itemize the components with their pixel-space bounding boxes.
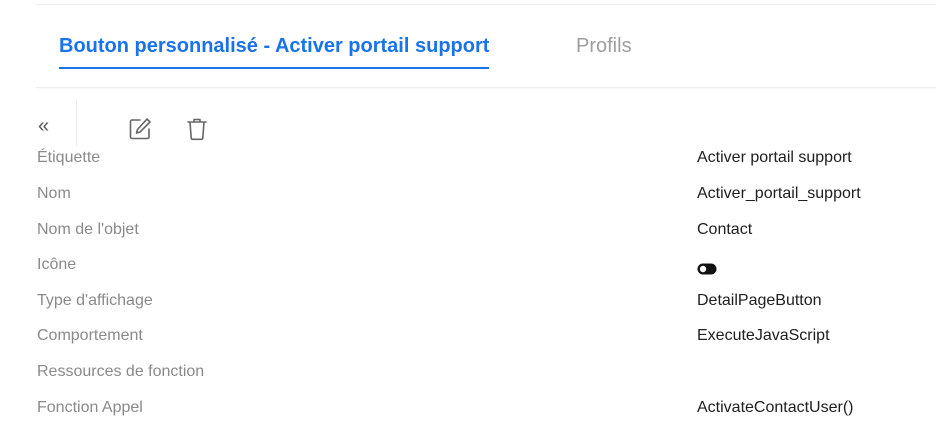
field-row-display-type: Type d'affichage DetailPageButton <box>0 289 936 313</box>
field-row-function-call: Fonction Appel ActivateContactUser() <box>0 396 936 420</box>
field-row-object-name: Nom de l'objet Contact <box>0 218 936 242</box>
field-row-behavior: Comportement ExecuteJavaScript <box>0 324 936 348</box>
toggle-icon <box>697 259 717 275</box>
collapse-icon[interactable]: « <box>38 116 49 136</box>
edit-icon[interactable] <box>127 116 153 142</box>
field-value: DetailPageButton <box>697 292 822 309</box>
field-value: Contact <box>697 221 753 238</box>
tab-profiles-label: Profils <box>576 35 632 57</box>
field-row-name: Nom Activer_portail_support <box>0 182 936 206</box>
toolbar-divider <box>76 100 77 146</box>
field-label: Nom de l'objet <box>37 221 139 238</box>
field-row-function-resources: Ressources de fonction <box>0 360 936 384</box>
active-tab-underline <box>59 67 490 69</box>
field-row-label: Étiquette Activer portail support <box>0 146 936 170</box>
field-label: Comportement <box>37 327 143 344</box>
field-label: Type d'affichage <box>37 292 153 309</box>
field-value: ExecuteJavaScript <box>697 327 830 344</box>
field-label: Fonction Appel <box>37 399 143 416</box>
field-label: Ressources de fonction <box>37 363 205 380</box>
field-value: Activer portail support <box>697 149 852 166</box>
tab-bar: Bouton personnalisé - Activer portail su… <box>36 4 936 88</box>
tab-custom-button-label: Bouton personnalisé - Activer portail su… <box>59 35 490 57</box>
field-value: ActivateContactUser() <box>697 399 854 416</box>
tab-custom-button[interactable]: Bouton personnalisé - Activer portail su… <box>59 31 490 69</box>
tab-profiles[interactable]: Profils <box>576 31 632 61</box>
field-label: Nom <box>37 185 71 202</box>
field-label: Étiquette <box>37 149 101 166</box>
trash-icon[interactable] <box>184 116 210 142</box>
toolbar: « <box>36 100 276 146</box>
detail-page: Bouton personnalisé - Activer portail su… <box>0 0 936 423</box>
field-label: Icône <box>37 256 77 273</box>
field-row-icon: Icône <box>0 253 936 277</box>
field-value: Activer_portail_support <box>697 185 861 202</box>
